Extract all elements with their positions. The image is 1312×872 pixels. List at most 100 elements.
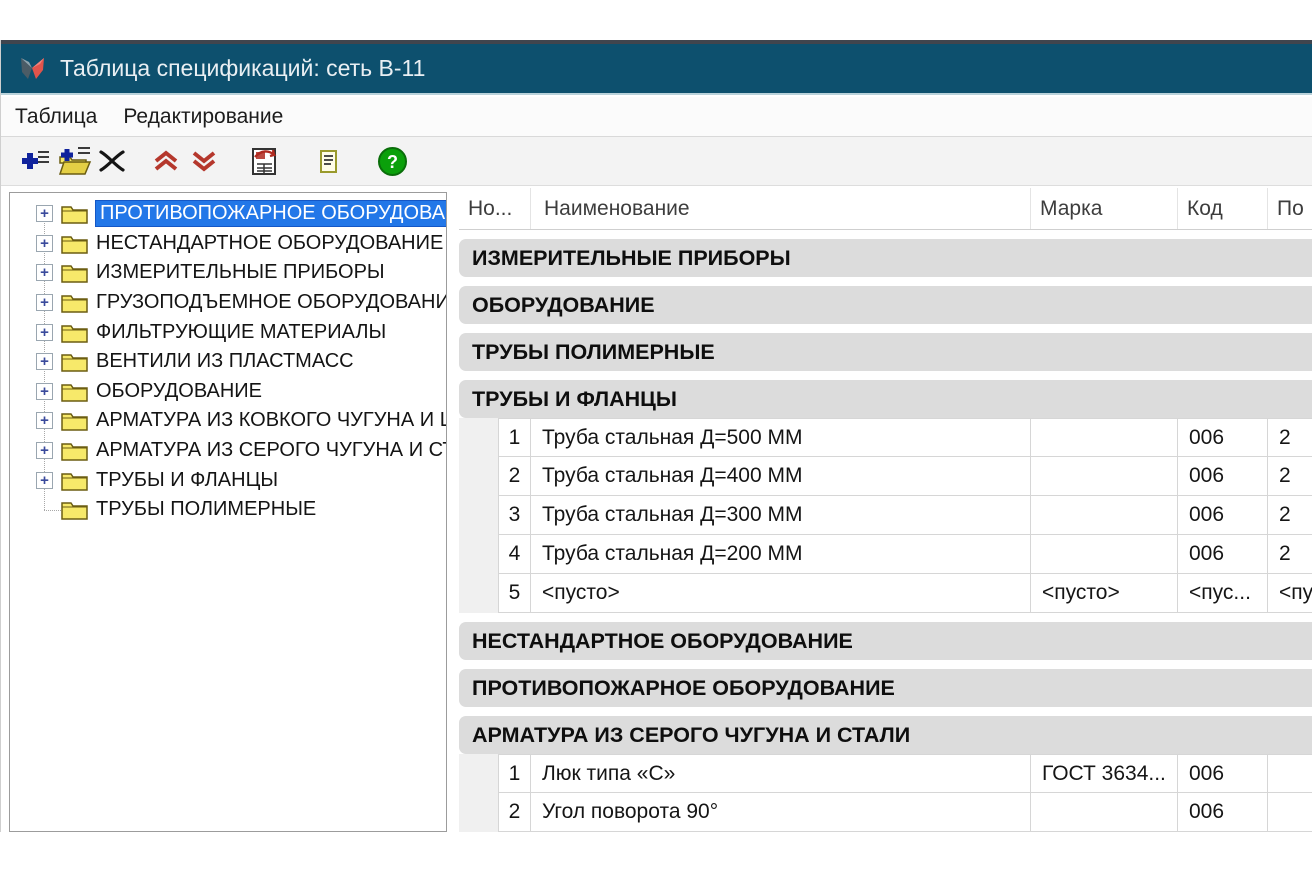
tree-item-gray-iron-fittings[interactable]: + АРМАТУРА ИЗ СЕРОГО ЧУГУНА И СТ xyxy=(10,436,446,466)
tree-item-nonstandard-equipment[interactable]: + НЕСТАНДАРТНОЕ ОБОРУДОВАНИЕ xyxy=(10,229,446,259)
expand-plus-icon[interactable]: + xyxy=(36,294,53,311)
folder-icon xyxy=(61,381,88,402)
column-header-number[interactable]: Но... xyxy=(459,188,531,229)
cell-name[interactable]: <пусто> xyxy=(531,574,1031,613)
expand-plus-icon[interactable]: + xyxy=(36,472,53,489)
move-down-icon[interactable] xyxy=(185,143,223,179)
tree-item-label: АРМАТУРА ИЗ СЕРОГО ЧУГУНА И СТ xyxy=(96,439,447,462)
cell-number[interactable]: 1 xyxy=(498,418,531,457)
cell-marka[interactable] xyxy=(1031,793,1178,832)
group-header-fire-equipment[interactable]: ПРОТИВОПОЖАРНОЕ ОБОРУДОВАНИЕ xyxy=(459,669,1312,707)
tree-item-label: ФИЛЬТРУЮЩИЕ МАТЕРИАЛЫ xyxy=(96,321,386,344)
category-tree-panel: + ПРОТИВОПОЖАРНОЕ ОБОРУДОВАНИ + НЕСТАНДА… xyxy=(9,192,447,832)
expand-plus-icon[interactable]: + xyxy=(36,235,53,252)
table-row[interactable]: 1 Люк типа «С» ГОСТ 3634... 006 xyxy=(459,754,1312,793)
cell-kod[interactable]: 006 xyxy=(1178,496,1268,535)
row-indent xyxy=(459,535,498,574)
expand-plus-icon[interactable]: + xyxy=(36,412,53,429)
table-row[interactable]: 1 Труба стальная Д=500 ММ 006 2 xyxy=(459,418,1312,457)
group-header-polymer-pipes[interactable]: ТРУБЫ ПОЛИМЕРНЫЕ xyxy=(459,333,1312,371)
tree-item-filter-materials[interactable]: + ФИЛЬТРУЮЩИЕ МАТЕРИАЛЫ xyxy=(10,317,446,347)
help-icon[interactable]: ? xyxy=(373,143,411,179)
tree-item-label: ВЕНТИЛИ ИЗ ПЛАСТМАСС xyxy=(96,350,354,373)
table-row[interactable]: 4 Труба стальная Д=200 ММ 006 2 xyxy=(459,535,1312,574)
cell-name[interactable]: Труба стальная Д=400 ММ xyxy=(531,457,1031,496)
group-header-measuring-devices[interactable]: ИЗМЕРИТЕЛЬНЫЕ ПРИБОРЫ xyxy=(459,239,1312,277)
tree-item-lifting-equipment[interactable]: + ГРУЗОПОДЪЕМНОЕ ОБОРУДОВАНИЕ xyxy=(10,288,446,318)
cell-kod[interactable]: 006 xyxy=(1178,535,1268,574)
tree-item-plastic-valves[interactable]: + ВЕНТИЛИ ИЗ ПЛАСТМАСС xyxy=(10,347,446,377)
expand-plus-icon[interactable]: + xyxy=(36,205,53,222)
cell-marka[interactable] xyxy=(1031,457,1178,496)
menu-editing[interactable]: Редактирование xyxy=(123,105,283,129)
specification-table-window: Таблица спецификаций: сеть В-11 Таблица … xyxy=(0,40,1312,832)
cell-po[interactable]: 2 xyxy=(1268,457,1312,496)
cell-marka[interactable]: <пусто> xyxy=(1031,574,1178,613)
cell-number[interactable]: 3 xyxy=(498,496,531,535)
expand-plus-icon[interactable]: + xyxy=(36,442,53,459)
cell-po[interactable]: 2 xyxy=(1268,496,1312,535)
cell-marka[interactable] xyxy=(1031,418,1178,457)
cell-po[interactable]: 2 xyxy=(1268,535,1312,574)
menu-table[interactable]: Таблица xyxy=(15,105,97,129)
tree-item-measuring-devices[interactable]: + ИЗМЕРИТЕЛЬНЫЕ ПРИБОРЫ xyxy=(10,258,446,288)
tree-item-label: ТРУБЫ И ФЛАНЦЫ xyxy=(96,469,278,492)
column-header-kod[interactable]: Код xyxy=(1178,188,1268,229)
group-rows-gray-iron-fittings: 1 Люк типа «С» ГОСТ 3634... 006 2 Угол п… xyxy=(459,754,1312,832)
cell-po[interactable]: 2 xyxy=(1268,418,1312,457)
tree-item-polymer-pipes[interactable]: ТРУБЫ ПОЛИМЕРНЫЕ xyxy=(10,495,446,525)
tree-item-fire-equipment[interactable]: + ПРОТИВОПОЖАРНОЕ ОБОРУДОВАНИ xyxy=(10,199,446,229)
folder-icon xyxy=(61,410,88,431)
column-header-marka[interactable]: Марка xyxy=(1031,188,1178,229)
cell-name[interactable]: Угол поворота 90° xyxy=(531,793,1031,832)
group-header-gray-iron-fittings[interactable]: АРМАТУРА ИЗ СЕРОГО ЧУГУНА И СТАЛИ xyxy=(459,716,1312,754)
table-row[interactable]: 2 Угол поворота 90° 006 xyxy=(459,793,1312,832)
column-header-name[interactable]: Наименование xyxy=(531,188,1031,229)
cell-po[interactable]: <пу xyxy=(1268,574,1312,613)
cell-kod[interactable]: 006 xyxy=(1178,457,1268,496)
add-row-icon[interactable] xyxy=(17,143,55,179)
cell-po[interactable] xyxy=(1268,754,1312,793)
cell-name[interactable]: Люк типа «С» xyxy=(531,754,1031,793)
move-up-icon[interactable] xyxy=(147,143,185,179)
cell-kod[interactable]: <пус... xyxy=(1178,574,1268,613)
cell-name[interactable]: Труба стальная Д=200 ММ xyxy=(531,535,1031,574)
column-header-po[interactable]: По xyxy=(1268,188,1312,229)
group-header-nonstandard-equipment[interactable]: НЕСТАНДАРТНОЕ ОБОРУДОВАНИЕ xyxy=(459,622,1312,660)
expand-plus-icon[interactable]: + xyxy=(36,324,53,341)
cell-number[interactable]: 2 xyxy=(498,793,531,832)
cell-marka[interactable]: ГОСТ 3634... xyxy=(1031,754,1178,793)
cell-name[interactable]: Труба стальная Д=500 ММ xyxy=(531,418,1031,457)
table-row[interactable]: 5 <пусто> <пусто> <пус... <пу xyxy=(459,574,1312,613)
cell-kod[interactable]: 006 xyxy=(1178,754,1268,793)
cell-name[interactable]: Труба стальная Д=300 ММ xyxy=(531,496,1031,535)
cell-po[interactable] xyxy=(1268,793,1312,832)
folder-icon xyxy=(61,233,88,254)
cell-marka[interactable] xyxy=(1031,496,1178,535)
row-indent xyxy=(459,793,498,832)
export-table-icon[interactable] xyxy=(245,143,283,179)
expand-plus-icon[interactable]: + xyxy=(36,353,53,370)
cell-number[interactable]: 4 xyxy=(498,535,531,574)
expand-plus-icon[interactable]: + xyxy=(36,264,53,281)
table-row[interactable]: 3 Труба стальная Д=300 ММ 006 2 xyxy=(459,496,1312,535)
expand-plus-icon[interactable]: + xyxy=(36,383,53,400)
cell-number[interactable]: 1 xyxy=(498,754,531,793)
cell-number[interactable]: 2 xyxy=(498,457,531,496)
cell-kod[interactable]: 006 xyxy=(1178,793,1268,832)
tree-item-malleable-iron-fittings[interactable]: + АРМАТУРА ИЗ КОВКОГО ЧУГУНА И Ц xyxy=(10,406,446,436)
tree-item-label: ОБОРУДОВАНИЕ xyxy=(96,380,262,403)
group-header-pipes-and-flanges[interactable]: ТРУБЫ И ФЛАНЦЫ xyxy=(459,380,1312,418)
table-row[interactable]: 2 Труба стальная Д=400 ММ 006 2 xyxy=(459,457,1312,496)
cell-marka[interactable] xyxy=(1031,535,1178,574)
tree-item-pipes-and-flanges[interactable]: + ТРУБЫ И ФЛАНЦЫ xyxy=(10,465,446,495)
row-indent xyxy=(459,418,498,457)
menubar: Таблица Редактирование xyxy=(1,97,1312,137)
cell-number[interactable]: 5 xyxy=(498,574,531,613)
cell-kod[interactable]: 006 xyxy=(1178,418,1268,457)
document-icon[interactable] xyxy=(309,143,347,179)
tree-item-equipment[interactable]: + ОБОРУДОВАНИЕ xyxy=(10,377,446,407)
delete-icon[interactable] xyxy=(93,143,131,179)
add-from-catalog-icon[interactable] xyxy=(55,143,93,179)
group-header-equipment[interactable]: ОБОРУДОВАНИЕ xyxy=(459,286,1312,324)
